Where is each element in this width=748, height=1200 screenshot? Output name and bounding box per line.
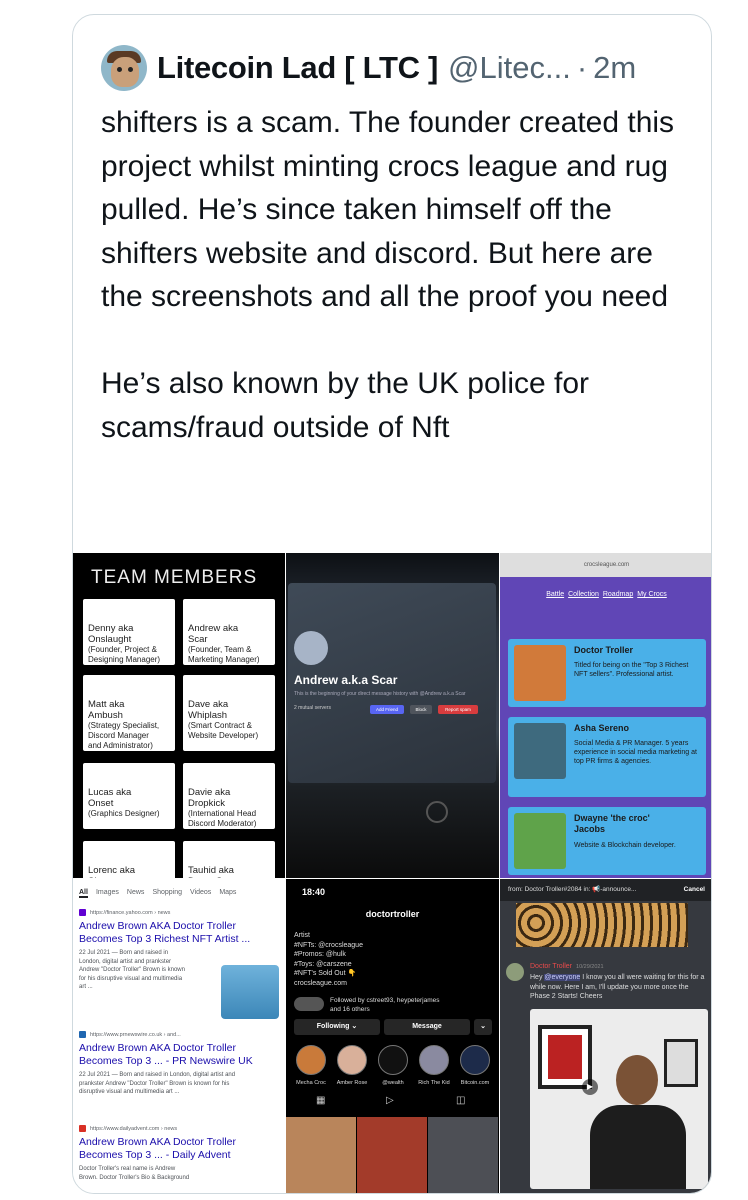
ig-post <box>286 1117 356 1193</box>
wall-art <box>538 1025 592 1089</box>
team-title: TEAM MEMBERS <box>91 567 258 588</box>
result-thumbnail <box>221 965 279 1019</box>
avatar[interactable] <box>101 45 147 91</box>
following-button: Following ⌄ <box>294 1019 380 1035</box>
croc-avatar <box>514 813 566 869</box>
dm-avatar <box>294 631 328 665</box>
highlight <box>460 1045 490 1075</box>
member-card: Lorenc aka Shatter <box>83 841 175 878</box>
mutual-servers: 2 mutual servers <box>294 705 331 711</box>
dm-name: Andrew a.k.a Scar <box>294 673 398 687</box>
block-button: Block <box>410 705 432 714</box>
highlight-label: Rich The Kid <box>418 1080 450 1086</box>
leopard-image <box>516 903 688 947</box>
ig-tab-bar: ▦ ▷ ◫ <box>286 1095 499 1115</box>
instagram-profile-screenshot[interactable]: 18:40 doctortroller Artist #NFTs: @crocs… <box>286 879 499 1193</box>
wall-art <box>664 1039 698 1087</box>
team-card: Doctor Troller Titled for being on the "… <box>508 639 706 707</box>
google-results-screenshot[interactable]: All Images News Shopping Videos Maps https://… <box>73 879 285 1193</box>
follower-avatars <box>294 997 324 1011</box>
hp-logo <box>426 801 448 823</box>
reels-icon: ▷ <box>386 1095 394 1106</box>
highlight-label: Mecha Croc <box>296 1080 326 1086</box>
search-result: https://www.dailyadvent.com › news Andre… <box>79 1125 236 1181</box>
discord-announcement-screenshot[interactable]: from: Doctor Troller#2084 in: 📢-announce… <box>500 879 711 1193</box>
tweet-header: Litecoin Lad [ LTC ] @Litec... · 2m <box>101 43 636 93</box>
member-card: Dave aka Whiplash (Smart Contract & Websi… <box>183 675 275 751</box>
person-body <box>590 1105 686 1189</box>
ig-username: doctortroller <box>365 909 420 919</box>
highlight-label: Amber Rose <box>336 1080 368 1086</box>
member-card: Matt aka Ambush (Strategy Specialist, Dis… <box>83 675 175 751</box>
report-button: Report spam <box>438 705 478 714</box>
status-time: 18:40 <box>302 887 326 897</box>
followed-by: Followed by cstreet93, heypeterjames and… <box>330 997 440 1013</box>
member-card: Denny aka Onslaught (Founder, Project & D… <box>83 599 175 665</box>
crocs-league-screenshot[interactable]: crocsleague.com Battle Collection Roadmap M… <box>500 553 711 878</box>
highlight-label: Bitcoin.com <box>460 1080 490 1086</box>
member-card: Davie aka Dropkick (International Head Di… <box>183 763 275 829</box>
highlight <box>378 1045 408 1075</box>
team-card: Asha Sereno Social Media & PR Manager. 5… <box>508 717 706 797</box>
more-button: ⌄ <box>474 1019 492 1035</box>
member-card: Andrew aka Scar (Founder, Team & Marketin… <box>183 599 275 665</box>
ig-bio: Artist #NFTs: @crocsleague #Promos: @hul… <box>294 932 363 987</box>
croc-avatar <box>514 645 566 701</box>
author-name: Doctor Troller 10/29/2021 <box>530 963 604 970</box>
search-bar: from: Doctor Troller#2084 in: 📢-announce… <box>500 879 711 901</box>
search-result: https://www.prnewswire.co.uk › and... An… <box>79 1031 253 1095</box>
grid-icon: ▦ <box>316 1095 326 1106</box>
team-card: Dwayne 'the croc' Jacobs Website & Block… <box>508 807 706 875</box>
url-bar: crocsleague.com <box>500 553 711 577</box>
ig-post <box>428 1117 498 1193</box>
discord-dm-photo[interactable]: Andrew a.k.a Scar This is the beginning … <box>286 553 499 878</box>
play-icon: ▶ <box>582 1079 598 1095</box>
separator: · <box>576 50 588 85</box>
crocs-nav: Battle Collection Roadmap My Crocs <box>546 591 667 598</box>
ig-post <box>357 1117 427 1193</box>
media-collage[interactable]: TEAM MEMBERS Denny aka Onslaught (Founder… <box>73 553 711 1193</box>
member-card: Lucas aka Onset (Graphics Designer) <box>83 763 175 829</box>
user-handle[interactable]: @Litec... <box>448 50 571 86</box>
highlight <box>296 1045 326 1075</box>
member-card: Tauhid aka DesertStorm <box>183 841 275 878</box>
search-tabs: All Images News Shopping Videos Maps <box>79 889 237 898</box>
dm-subtitle: This is the beginning of your direct mes… <box>294 691 466 697</box>
highlight <box>419 1045 449 1075</box>
author-avatar <box>506 963 524 981</box>
highlight-label: @wealth <box>382 1080 404 1086</box>
tweet-text: shifters is a scam. The founder created … <box>101 106 675 444</box>
announcement-message: Hey @everyone I know you all were waitin… <box>530 974 707 1000</box>
timestamp[interactable]: 2m <box>593 50 636 86</box>
add-friend-button: Add Friend <box>370 705 404 714</box>
tagged-icon: ◫ <box>456 1095 466 1106</box>
announcement-photo: ▶ <box>530 1009 708 1189</box>
tweet-card[interactable]: Litecoin Lad [ LTC ] @Litec... · 2m shif… <box>72 14 712 1194</box>
message-button: Message <box>384 1019 470 1035</box>
highlight <box>337 1045 367 1075</box>
display-name[interactable]: Litecoin Lad [ LTC ] <box>157 50 438 86</box>
person-head <box>616 1055 658 1105</box>
team-members-image[interactable]: TEAM MEMBERS Denny aka Onslaught (Founder… <box>73 553 285 878</box>
croc-avatar <box>514 723 566 779</box>
